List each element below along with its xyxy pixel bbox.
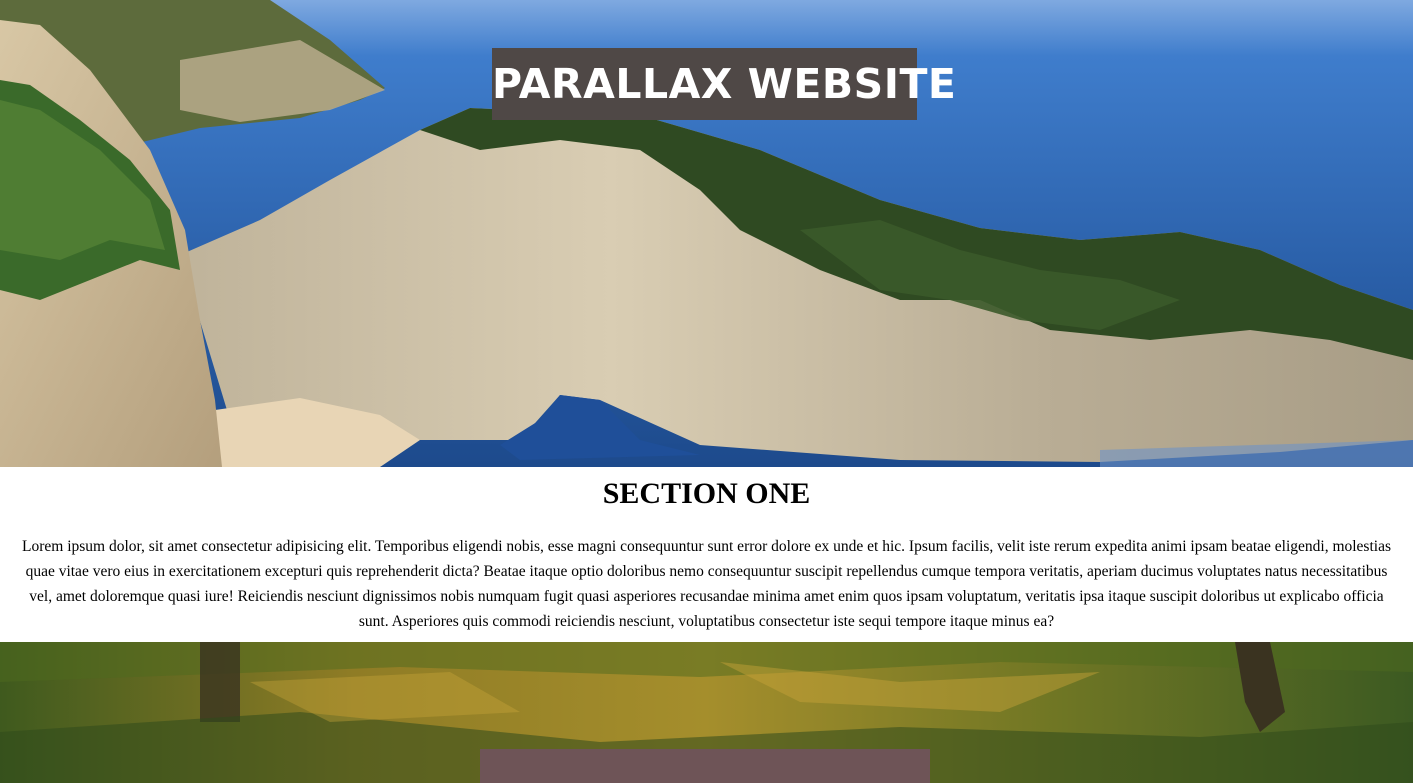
hero-section: PARALLAX WEBSITE xyxy=(0,0,1413,467)
section-two-title-box xyxy=(480,749,930,783)
section-heading: SECTION ONE xyxy=(602,477,811,510)
site-title: PARALLAX WEBSITE xyxy=(492,48,956,120)
meadow-section xyxy=(0,642,1413,783)
section-body-text: Lorem ipsum dolor, sit amet consectetur … xyxy=(22,538,1391,630)
section-one: SECTION ONE Lorem ipsum dolor, sit amet … xyxy=(0,467,1413,642)
